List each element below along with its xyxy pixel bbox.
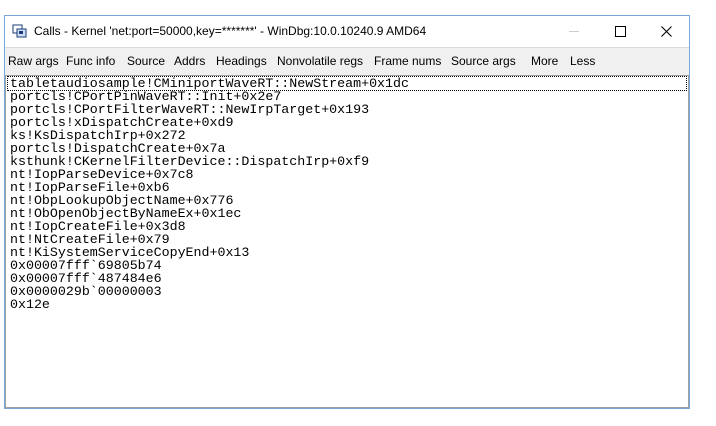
windbg-app-icon <box>12 24 27 38</box>
call-stack-list[interactable]: tabletaudiosample!CMiniportWaveRT::NewSt… <box>5 75 689 408</box>
raw-args-button[interactable]: Raw args <box>8 54 59 68</box>
title-bar[interactable]: Calls - Kernel 'net:port=50000,key=*****… <box>5 16 689 47</box>
func-info-button[interactable]: Func info <box>66 54 115 68</box>
source-args-button[interactable]: Source args <box>451 54 516 68</box>
calls-window: Calls - Kernel 'net:port=50000,key=*****… <box>4 15 690 409</box>
close-button[interactable] <box>643 16 689 47</box>
addrs-button[interactable]: Addrs <box>174 54 205 68</box>
headings-button[interactable]: Headings <box>216 54 267 68</box>
minimize-icon <box>569 31 579 32</box>
toolbar: Raw args Func info Source Addrs Headings… <box>5 47 689 75</box>
call-stack-frame[interactable]: 0x0000029b`00000003 <box>8 285 686 298</box>
close-icon <box>660 26 672 37</box>
maximize-button[interactable] <box>597 16 643 47</box>
nonvolatile-regs-button[interactable]: Nonvolatile regs <box>277 54 363 68</box>
window-title: Calls - Kernel 'net:port=50000,key=*****… <box>34 24 427 38</box>
frame-nums-button[interactable]: Frame nums <box>374 54 441 68</box>
maximize-icon <box>614 26 626 37</box>
more-button[interactable]: More <box>531 54 558 68</box>
minimize-button[interactable] <box>551 16 597 47</box>
source-button[interactable]: Source <box>127 54 165 68</box>
call-stack-frame[interactable]: 0x12e <box>8 298 686 311</box>
less-button[interactable]: Less <box>570 54 595 68</box>
